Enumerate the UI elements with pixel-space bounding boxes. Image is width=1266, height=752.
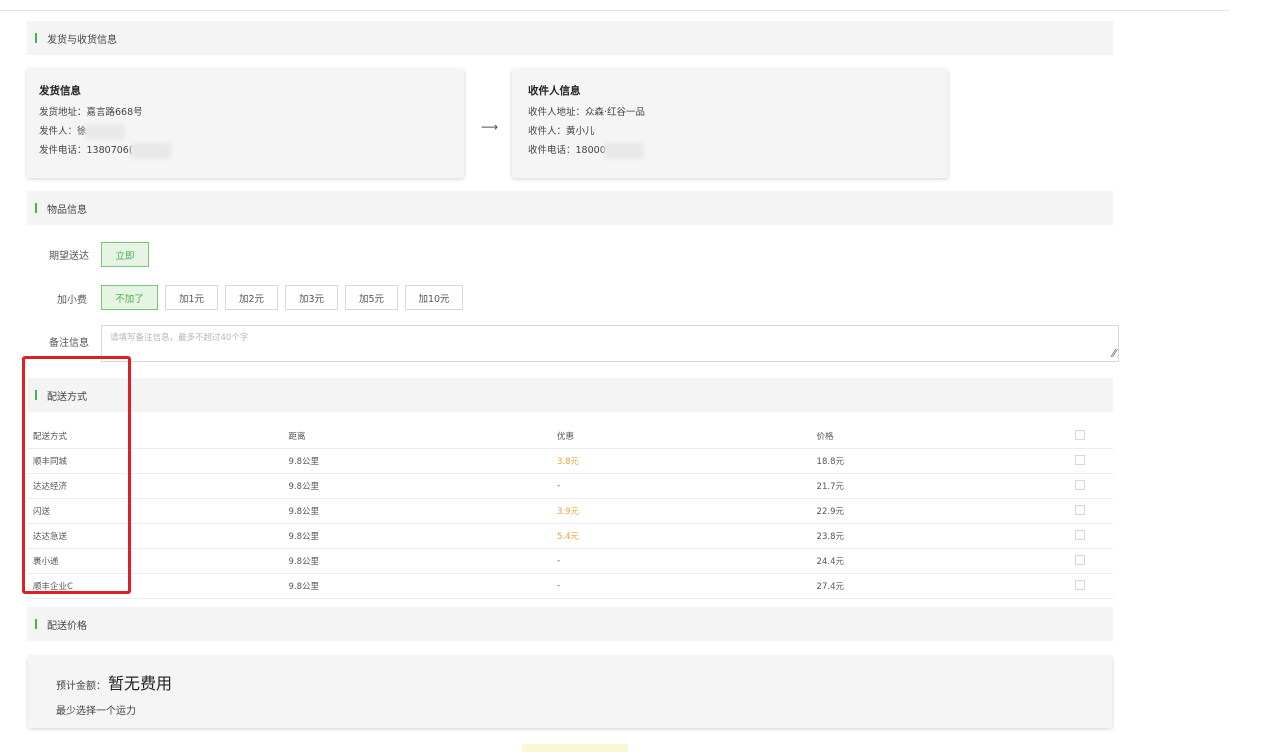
checkbox-cell <box>1075 573 1113 599</box>
discount-cell: - <box>557 573 817 599</box>
receiver-address-label: 收件人地址： <box>528 107 586 118</box>
sender-name-line: 发件人：徐 <box>39 122 464 141</box>
distance-cell: 9.8公里 <box>288 548 558 574</box>
redaction-blur <box>130 142 171 159</box>
sender-phone-label: 发件电话： <box>39 145 87 156</box>
discount-cell: - <box>557 548 817 574</box>
receiver-name-label: 收件人： <box>528 126 567 137</box>
table-row: 达达急送 9.8公里 5.4元 23.8元 <box>27 523 1113 549</box>
discount-cell: 3.8元 <box>557 448 817 474</box>
sender-address-line: 发货地址：嘉言路668号 <box>39 103 464 122</box>
row-checkbox[interactable] <box>1075 479 1086 490</box>
price-hint: 最少选择一个运力 <box>56 706 136 717</box>
delivery-table: 配送方式 距离 优惠 价格 顺丰同城 9.8公里 3.8元 18.8元 达达经济… <box>27 424 1113 599</box>
section-shipping-header: 发货与收货信息 <box>27 21 1113 55</box>
select-all-checkbox[interactable] <box>1075 429 1086 440</box>
receiver-phone: 18000 <box>575 145 606 156</box>
discount-cell: 3.9元 <box>557 498 817 524</box>
row-checkbox[interactable] <box>1075 529 1086 540</box>
distance-cell: 9.8公里 <box>288 498 558 524</box>
price-cell: 22.9元 <box>816 498 1076 524</box>
remark-textarea[interactable]: 请填写备注信息，最多不超过40个字 ⁄⁄ <box>101 325 1119 362</box>
section-accent-bar <box>35 619 37 629</box>
sender-title: 发货信息 <box>39 85 81 97</box>
table-row: 顺丰同城 9.8公里 3.8元 18.8元 <box>27 448 1113 474</box>
table-row: 达达经济 9.8公里 - 21.7元 <box>27 473 1113 499</box>
receiver-address: 众森·红谷一品 <box>585 107 646 118</box>
checkbox-cell <box>1075 548 1113 574</box>
distance-cell: 9.8公里 <box>288 473 558 499</box>
redaction-blur <box>603 142 644 159</box>
checkbox-cell <box>1075 523 1113 549</box>
discount-cell: - <box>557 473 817 499</box>
sender-card: 发货信息 发货地址：嘉言路668号 发件人：徐 发件电话：1380706( <box>27 69 464 178</box>
sender-name-label: 发件人： <box>39 126 78 137</box>
remark-placeholder: 请填写备注信息，最多不超过40个字 <box>110 333 249 343</box>
section-items-header: 物品信息 <box>27 191 1113 225</box>
distance-cell: 9.8公里 <box>288 448 558 474</box>
tip-option-2[interactable]: 加2元 <box>225 285 278 310</box>
receiver-title: 收件人信息 <box>528 85 581 97</box>
resize-handle-icon[interactable]: ⁄⁄ <box>1112 347 1116 360</box>
checkbox-cell <box>1075 448 1113 474</box>
tip-option-3[interactable]: 加3元 <box>285 285 338 310</box>
table-row: 顺丰企业C 9.8公里 - 27.4元 <box>27 573 1113 599</box>
section-title: 发货与收货信息 <box>47 34 117 46</box>
tip-option-5[interactable]: 加5元 <box>345 285 398 310</box>
section-pricing-header: 配送价格 <box>27 607 1113 641</box>
price-cell: 24.4元 <box>816 548 1076 574</box>
submit-button-partial[interactable] <box>522 744 628 752</box>
price-value: 暂无费用 <box>108 674 173 693</box>
tip-option-1[interactable]: 加1元 <box>165 285 218 310</box>
row-checkbox[interactable] <box>1075 579 1086 590</box>
expected-label: 期望送达 <box>49 251 89 262</box>
receiver-name-line: 收件人：黄小儿 <box>528 122 948 141</box>
price-cell: 23.8元 <box>816 523 1076 549</box>
row-checkbox[interactable] <box>1075 454 1086 465</box>
distance-cell: 9.8公里 <box>288 523 558 549</box>
receiver-card: 收件人信息 收件人地址：众森·红谷一品 收件人：黄小儿 收件电话：18000 <box>512 69 948 178</box>
checkbox-cell <box>1075 498 1113 524</box>
table-row: 裹小递 9.8公里 - 24.4元 <box>27 548 1113 574</box>
price-row: 预计金额： 暂无费用 <box>56 670 172 694</box>
price-card: 预计金额： 暂无费用 最少选择一个运力 <box>28 656 1112 728</box>
section-title: 物品信息 <box>47 204 87 216</box>
sender-phone: 1380706( <box>86 145 133 156</box>
direction-arrow-icon: ⟶ <box>481 120 499 134</box>
header-distance: 距离 <box>288 424 558 449</box>
section-delivery-header: 配送方式 <box>27 378 1113 412</box>
checkbox-cell <box>1075 473 1113 499</box>
remark-label: 备注信息 <box>49 338 89 349</box>
sender-phone-line: 发件电话：1380706( <box>39 141 464 160</box>
section-accent-bar <box>35 203 37 213</box>
highlight-annotation-box <box>22 356 131 594</box>
tip-option-none[interactable]: 不加了 <box>101 285 158 310</box>
price-label: 预计金额： <box>56 681 106 692</box>
distance-cell: 9.8公里 <box>288 573 558 599</box>
header-discount: 优惠 <box>557 424 817 449</box>
receiver-phone-line: 收件电话：18000 <box>528 141 948 160</box>
row-checkbox[interactable] <box>1075 554 1086 565</box>
sender-address-label: 发货地址： <box>39 107 87 118</box>
redaction-blur <box>84 123 125 140</box>
section-title: 配送价格 <box>47 620 87 632</box>
expected-option-immediate[interactable]: 立即 <box>101 242 149 267</box>
receiver-name: 黄小儿 <box>566 126 595 137</box>
discount-cell: 5.4元 <box>557 523 817 549</box>
section-accent-bar <box>35 33 37 43</box>
top-divider <box>0 10 1230 11</box>
header-checkbox-cell <box>1075 424 1113 449</box>
table-header-row: 配送方式 距离 优惠 价格 <box>27 424 1113 449</box>
price-cell: 18.8元 <box>816 448 1076 474</box>
tip-option-10[interactable]: 加10元 <box>405 285 463 310</box>
tip-label: 加小费 <box>57 295 87 306</box>
price-cell: 27.4元 <box>816 573 1076 599</box>
receiver-phone-label: 收件电话： <box>528 145 576 156</box>
table-row: 闪送 9.8公里 3.9元 22.9元 <box>27 498 1113 524</box>
receiver-address-line: 收件人地址：众森·红谷一品 <box>528 103 948 122</box>
sender-address: 嘉言路668号 <box>86 107 143 118</box>
price-cell: 21.7元 <box>816 473 1076 499</box>
row-checkbox[interactable] <box>1075 504 1086 515</box>
header-price: 价格 <box>816 424 1076 449</box>
